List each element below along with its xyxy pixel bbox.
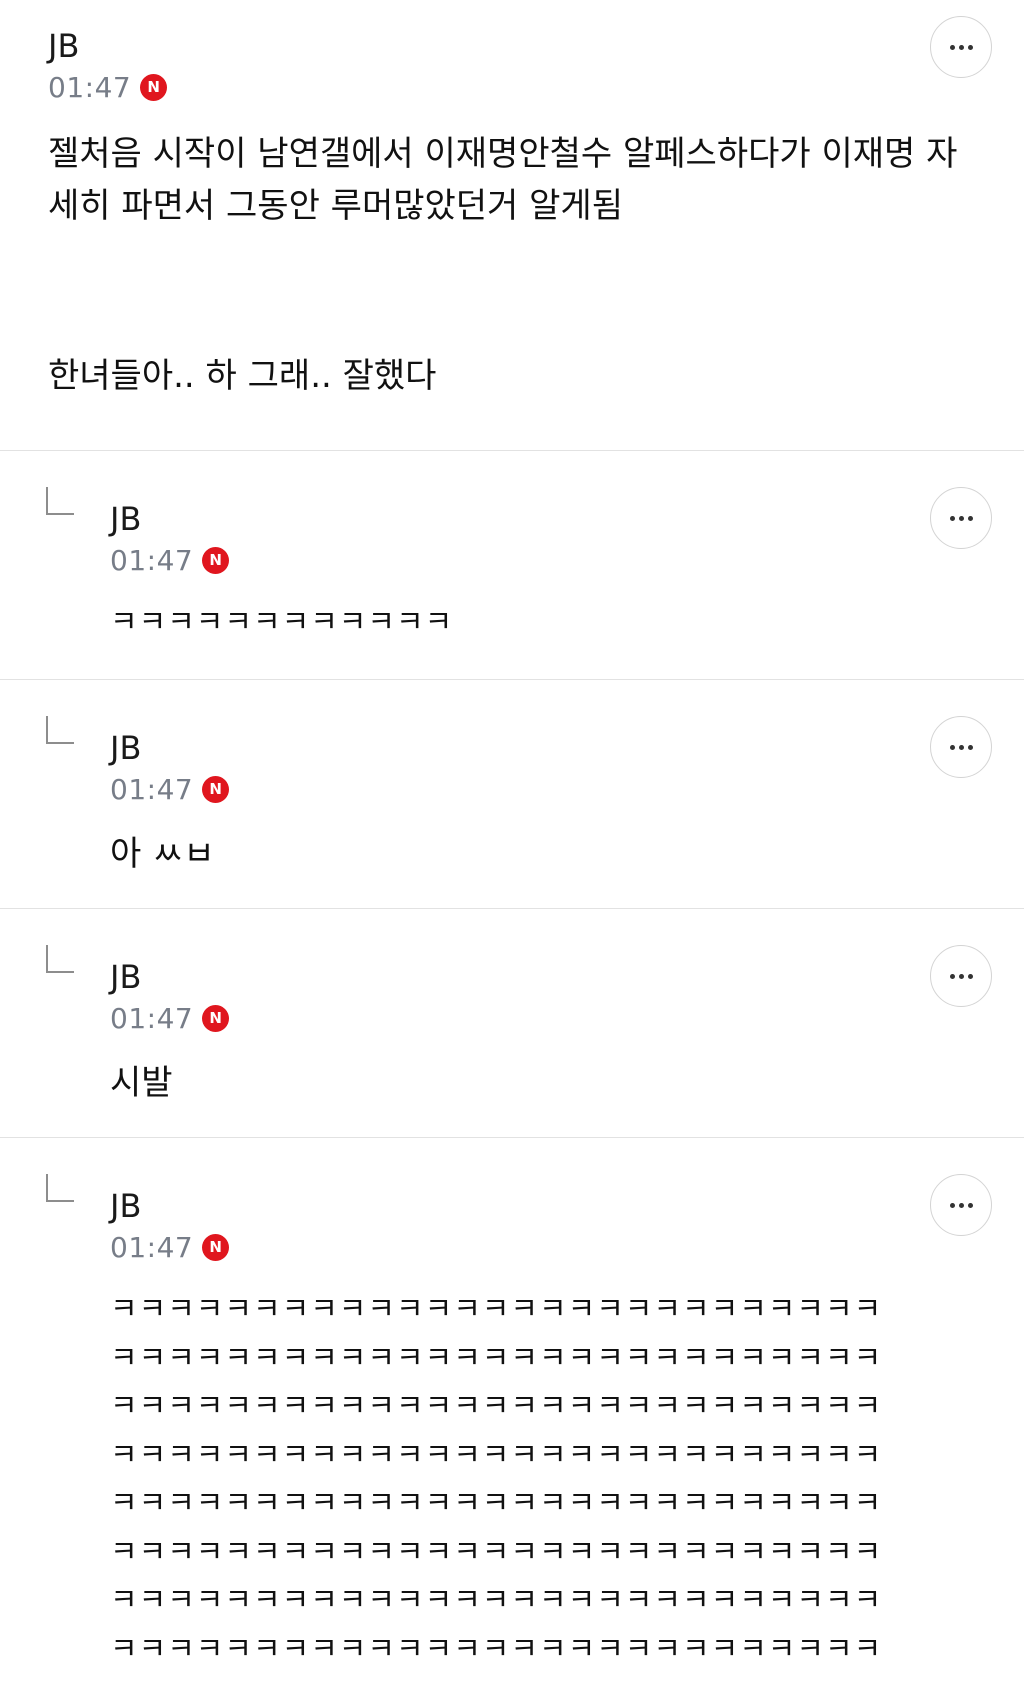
reply-arrow-icon: [46, 945, 74, 973]
comment-author[interactable]: JB: [48, 26, 976, 66]
more-horizontal-icon: [958, 1202, 964, 1208]
reply-arrow-icon: [46, 716, 74, 744]
reply-author[interactable]: JB: [110, 1186, 976, 1226]
reply-comment: JB 01:47 N 아 ㅆㅂ: [0, 680, 1024, 909]
reply-time: 01:47: [110, 1001, 194, 1035]
reply-meta: 01:47 N: [110, 770, 976, 808]
reply-text-line: ㅋㅋㅋㅋㅋㅋㅋㅋㅋㅋㅋㅋㅋㅋㅋㅋㅋㅋㅋㅋㅋㅋㅋㅋㅋㅋㅋ: [110, 1340, 883, 1376]
reply-meta: 01:47 N: [110, 541, 976, 579]
more-options-button[interactable]: [930, 1174, 992, 1236]
reply-author[interactable]: JB: [110, 499, 976, 539]
reply-arrow-icon: [46, 487, 74, 515]
more-options-button[interactable]: [930, 716, 992, 778]
reply-time: 01:47: [110, 543, 194, 577]
new-badge-icon: N: [202, 546, 230, 574]
comment-meta: 01:47 N: [48, 68, 976, 106]
comment-thread: JB 01:47 N 젤처음 시작이 남연갤에서 이재명안철수 알페스하다가 이…: [0, 0, 1024, 1688]
reply-text-line: ㅋㅋㅋㅋㅋㅋㅋㅋㅋㅋㅋㅋㅋㅋㅋㅋㅋㅋㅋㅋㅋㅋㅋㅋㅋㅋㅋ: [110, 1583, 883, 1618]
comment-body: 젤처음 시작이 남연갤에서 이재명안철수 알페스하다가 이재명 자세히 파면서 …: [48, 128, 976, 402]
more-horizontal-icon: [949, 44, 955, 50]
new-badge-icon: N: [202, 775, 230, 803]
reply-comment: JB 01:47 N ㅋㅋㅋㅋㅋㅋㅋㅋㅋㅋㅋㅋㅋㅋㅋㅋㅋㅋㅋㅋㅋㅋㅋㅋㅋㅋㅋ ㅋ…: [0, 1138, 1024, 1688]
comment-main: JB 01:47 N 젤처음 시작이 남연갤에서 이재명안철수 알페스하다가 이…: [0, 0, 1024, 451]
reply-arrow-icon: [46, 1174, 74, 1202]
reply-comment: JB 01:47 N 시발: [0, 909, 1024, 1138]
more-horizontal-icon: [949, 744, 955, 750]
reply-text-line: ㅋㅋㅋㅋㅋㅋㅋㅋㅋㅋㅋㅋㅋㅋㅋㅋㅋㅋㅋㅋㅋㅋㅋㅋㅋㅋㅋ: [110, 1292, 883, 1327]
comment-time: 01:47: [48, 70, 132, 104]
more-horizontal-icon: [949, 1202, 955, 1208]
more-horizontal-icon: [967, 1202, 973, 1208]
new-badge-icon: N: [140, 73, 168, 101]
new-badge-icon: N: [202, 1004, 230, 1032]
comment-paragraph: 한녀들아.. 하 그래.. 잘했다: [48, 356, 437, 396]
reply-body: 아 ㅆㅂ: [110, 828, 976, 880]
reply-author[interactable]: JB: [110, 957, 976, 997]
more-horizontal-icon: [967, 973, 973, 979]
more-options-button[interactable]: [930, 945, 992, 1007]
reply-comment: JB 01:47 N ㅋㅋㅋㅋㅋㅋㅋㅋㅋㅋㅋㅋ: [0, 451, 1024, 680]
reply-body: 시발: [110, 1057, 976, 1109]
reply-text-line: ㅋㅋㅋㅋㅋㅋㅋㅋㅋㅋㅋㅋㅋㅋㅋㅋㅋㅋㅋㅋㅋㅋㅋㅋㅋㅋㅋ: [110, 1437, 883, 1473]
more-horizontal-icon: [967, 515, 973, 521]
more-horizontal-icon: [949, 973, 955, 979]
more-horizontal-icon: [958, 515, 964, 521]
comment-paragraph: 젤처음 시작이 남연갤에서 이재명안철수 알페스하다가 이재명 자세히 파면서 …: [48, 134, 958, 226]
reply-text: 아 ㅆㅂ: [110, 834, 215, 874]
new-badge-icon: N: [202, 1233, 230, 1261]
reply-text-line: ㅋㅋㅋㅋㅋㅋㅋㅋㅋㅋㅋㅋㅋㅋㅋㅋㅋㅋㅋㅋㅋㅋㅋㅋㅋㅋㅋ: [110, 1534, 883, 1570]
reply-time: 01:47: [110, 772, 194, 806]
reply-text-line: ㅋㅋㅋㅋㅋㅋㅋㅋㅋㅋㅋㅋㅋㅋㅋㅋㅋㅋㅋㅋㅋㅋㅋㅋㅋㅋㅋ: [110, 1389, 883, 1424]
more-horizontal-icon: [967, 744, 973, 750]
reply-meta: 01:47 N: [110, 999, 976, 1037]
reply-text-line: ㅋㅋㅋㅋㅋㅋㅋㅋㅋㅋㅋㅋㅋㅋㅋㅋㅋㅋㅋㅋㅋㅋㅋㅋㅋㅋㅋ: [110, 1631, 883, 1667]
more-horizontal-icon: [967, 44, 973, 50]
more-horizontal-icon: [958, 44, 964, 50]
more-horizontal-icon: [958, 744, 964, 750]
more-options-button[interactable]: [930, 16, 992, 78]
more-horizontal-icon: [958, 973, 964, 979]
reply-text-line: ㅋㅋㅋㅋㅋㅋㅋㅋㅋㅋㅋㅋㅋㅋㅋㅋㅋㅋㅋㅋㅋㅋㅋㅋㅋㅋㅋ: [110, 1486, 883, 1521]
reply-text: ㅋㅋㅋㅋㅋㅋㅋㅋㅋㅋㅋㅋ: [110, 605, 454, 640]
more-horizontal-icon: [949, 515, 955, 521]
reply-body: ㅋㅋㅋㅋㅋㅋㅋㅋㅋㅋㅋㅋㅋㅋㅋㅋㅋㅋㅋㅋㅋㅋㅋㅋㅋㅋㅋ ㅋㅋㅋㅋㅋㅋㅋㅋㅋㅋㅋㅋ…: [110, 1286, 976, 1674]
reply-time: 01:47: [110, 1230, 194, 1264]
reply-text: 시발: [110, 1063, 173, 1103]
reply-body: ㅋㅋㅋㅋㅋㅋㅋㅋㅋㅋㅋㅋ: [110, 599, 976, 648]
reply-meta: 01:47 N: [110, 1228, 976, 1266]
reply-author[interactable]: JB: [110, 728, 976, 768]
more-options-button[interactable]: [930, 487, 992, 549]
